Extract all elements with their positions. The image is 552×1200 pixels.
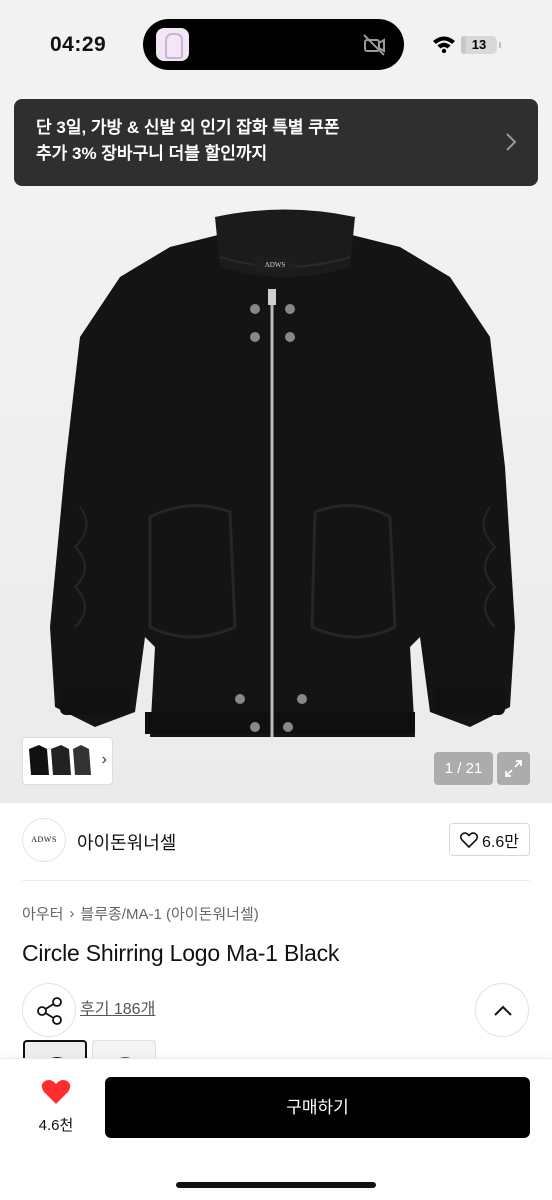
expand-button[interactable]	[497, 752, 530, 785]
status-bar: 04:29 13	[0, 0, 552, 92]
product-image: ADWS	[50, 209, 515, 737]
breadcrumb: 아우터 › 블루종/MA-1 (아이돈워너셀)	[22, 903, 259, 924]
image-counter: 1 / 21	[434, 752, 493, 785]
status-time: 04:29	[50, 33, 107, 56]
breadcrumb-category[interactable]: 아우터	[22, 903, 63, 924]
app-icon	[156, 28, 189, 61]
heart-outline-icon	[460, 831, 479, 848]
breadcrumb-separator: ›	[69, 905, 75, 922]
chevron-up-icon	[494, 1005, 512, 1016]
home-indicator[interactable]	[176, 1182, 376, 1188]
scroll-top-button[interactable]	[475, 983, 529, 1037]
product-gallery[interactable]: 단 3일, 가방 & 신발 외 인기 잡화 특별 쿠폰 추가 3% 장바구니 더…	[0, 92, 552, 803]
wishlist-count: 4.6천	[38, 1117, 74, 1134]
chevron-right-icon: ›	[101, 751, 107, 768]
battery-icon: 13	[461, 36, 501, 54]
camera-off-icon	[363, 34, 385, 56]
buy-button[interactable]: 구매하기	[105, 1077, 530, 1138]
brand-name[interactable]: 아이돈워너셀	[77, 829, 176, 855]
divider	[22, 880, 530, 881]
breadcrumb-subcategory[interactable]: 블루종/MA-1 (아이돈워너셀)	[80, 903, 258, 924]
thumbnail-image	[29, 745, 91, 775]
chevron-right-icon	[506, 133, 517, 151]
battery-level: 13	[471, 37, 487, 52]
battery-fill	[461, 36, 466, 54]
reviews-link[interactable]: 후기 186개	[80, 995, 155, 1019]
brand-like-button[interactable]: 6.6만	[449, 823, 530, 856]
wishlist-button[interactable]: 4.6천	[30, 1079, 82, 1139]
banner-line-2: 추가 3% 장바구니 더블 할인까지	[36, 144, 268, 163]
brand-like-count: 6.6만	[482, 833, 519, 851]
wifi-icon	[433, 36, 455, 53]
dynamic-island[interactable]	[143, 19, 404, 70]
product-title: Circle Shirring Logo Ma-1 Black	[22, 940, 340, 966]
bottom-bar: 4.6천 구매하기	[0, 1058, 552, 1200]
collar-label: ADWS	[265, 261, 286, 269]
brand-logo[interactable]: ADWS	[22, 818, 66, 862]
expand-icon	[505, 760, 522, 777]
share-icon	[37, 997, 62, 1025]
share-button[interactable]	[22, 983, 76, 1037]
brand-row[interactable]: ADWS 아이돈워너셀 6.6만	[22, 815, 530, 867]
coupon-banner[interactable]: 단 3일, 가방 & 신발 외 인기 잡화 특별 쿠폰 추가 3% 장바구니 더…	[14, 99, 538, 186]
banner-line-1: 단 3일, 가방 & 신발 외 인기 잡화 특별 쿠폰	[36, 118, 340, 137]
thumbnail-strip[interactable]: ›	[22, 737, 113, 785]
heart-filled-icon	[41, 1080, 71, 1104]
